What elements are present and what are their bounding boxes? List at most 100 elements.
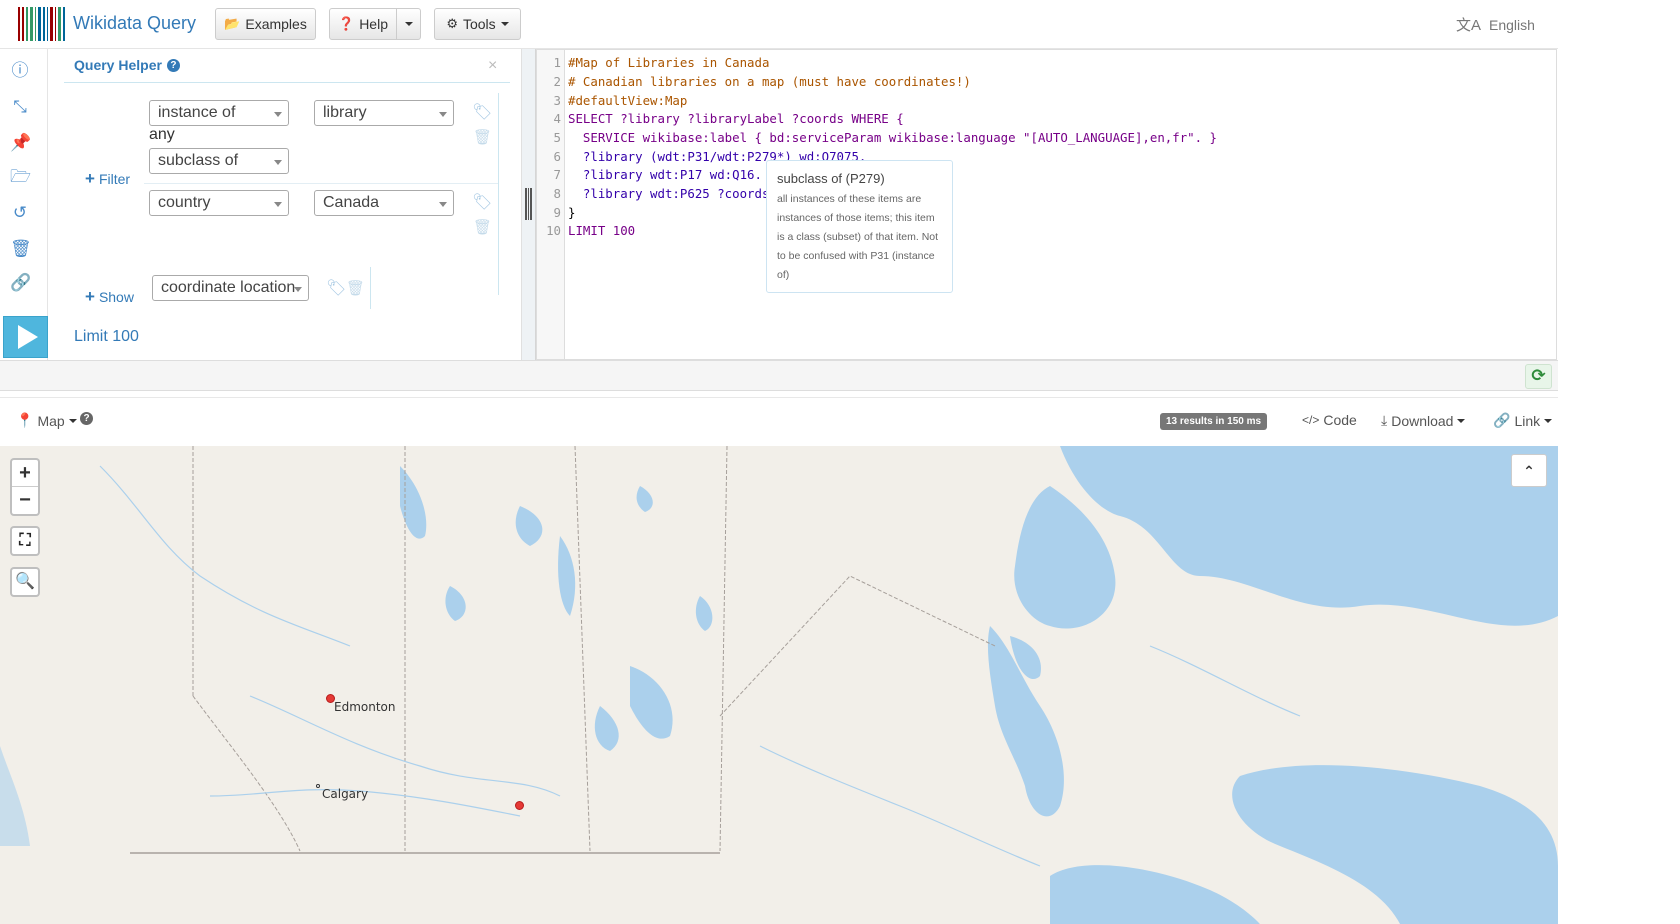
help-button[interactable]: ❓ Help <box>329 8 397 40</box>
pin-icon[interactable]: 📌 <box>10 133 31 153</box>
translate-icon: 文A <box>1456 17 1482 34</box>
zoom-in-button[interactable]: + <box>12 460 38 487</box>
folder-open-icon: 📂 <box>224 16 241 31</box>
language-label: English <box>1489 16 1535 33</box>
city-dot <box>316 784 320 788</box>
code-line: LIMIT 100 <box>568 223 636 238</box>
code-line: SERVICE wikibase:label { bd:serviceParam… <box>568 130 1218 145</box>
link-button[interactable]: 🔗 Link <box>1493 412 1553 429</box>
show-label: Show <box>98 289 134 305</box>
plus-icon: + <box>85 169 95 188</box>
view-help[interactable]: ? <box>80 412 93 425</box>
link-icon: 🔗 <box>1493 412 1511 428</box>
code-icon: </> <box>1302 413 1320 427</box>
run-query-button[interactable] <box>3 316 48 358</box>
divider <box>64 82 510 83</box>
add-show-link[interactable]: + Show <box>85 287 134 307</box>
examples-button[interactable]: 📂 Examples <box>215 8 316 40</box>
link-icon[interactable]: 🔗 <box>10 273 31 293</box>
filter-property-select[interactable]: instance of <box>149 100 289 126</box>
line-number: 7 <box>553 167 561 182</box>
tag-icon[interactable]: 🏷 <box>326 278 346 298</box>
filter-value-select[interactable]: Canada <box>314 190 454 216</box>
tools-button[interactable]: ⚙ Tools <box>434 8 521 40</box>
query-helper-panel: Query Helper ? × instance of library any… <box>48 49 521 360</box>
panel-splitter[interactable] <box>521 49 536 360</box>
language-selector[interactable]: 文A English <box>1456 14 1535 35</box>
show-property-select[interactable]: coordinate location <box>152 275 309 301</box>
folder-open-icon[interactable]: 🗁 <box>10 167 31 187</box>
tag-icon[interactable]: 🏷 <box>472 102 492 122</box>
line-number: 10 <box>546 223 561 238</box>
line-number: 8 <box>553 186 561 201</box>
zoom-control: + − <box>10 458 40 516</box>
add-filter-link[interactable]: + Filter <box>85 169 130 189</box>
caret-down-icon <box>439 112 447 117</box>
trash-icon[interactable]: 🗑 <box>10 239 32 259</box>
map-tiles <box>0 446 1558 924</box>
download-button[interactable]: ⤓ Download <box>1381 412 1466 429</box>
help-label: Help <box>359 16 388 32</box>
caret-down-icon <box>404 22 413 26</box>
code-button[interactable]: </> Code <box>1302 412 1357 428</box>
trash-icon[interactable]: 🗑 <box>473 218 492 236</box>
caret-down-icon <box>500 22 509 26</box>
question-circle-icon: ❓ <box>338 16 355 31</box>
download-label: Download <box>1391 412 1454 429</box>
view-selector[interactable]: 📍 Map <box>16 412 77 429</box>
subclass-property-select[interactable]: subclass of <box>149 148 289 174</box>
history-icon[interactable]: ↺ <box>10 203 30 223</box>
result-count-badge: 13 results in 150 ms <box>1160 413 1268 430</box>
filter-value-text: Canada <box>323 194 380 211</box>
page-margin <box>1558 0 1680 924</box>
city-label: Edmonton <box>334 700 396 714</box>
gear-icon: ⚙ <box>446 16 458 31</box>
zoom-search-icon[interactable]: 🔍 <box>10 567 40 597</box>
fullscreen-icon[interactable]: ⛶ <box>10 526 40 556</box>
code-label: Code <box>1323 412 1357 428</box>
close-icon[interactable]: × <box>488 57 497 75</box>
trash-icon[interactable]: 🗑 <box>346 279 365 297</box>
caret-down-icon <box>439 202 447 207</box>
filter-property-select[interactable]: country <box>149 190 289 216</box>
line-number: 1 <box>553 55 561 70</box>
play-icon <box>17 325 38 349</box>
wikidata-logo[interactable] <box>18 7 65 41</box>
line-number-gutter: 1 2 3 4 5 6 7 8 9 10 <box>537 50 565 359</box>
trash-icon[interactable]: 🗑 <box>473 128 492 146</box>
help-icon[interactable]: ? <box>166 58 180 72</box>
filter-value-text: library <box>323 104 367 121</box>
code-line: ?library wdt:P625 ?coords <box>568 186 770 201</box>
line-number: 3 <box>553 93 561 108</box>
divider <box>144 183 498 184</box>
filter-property-value: country <box>158 194 211 211</box>
code-line: # Canadian libraries on a map (must have… <box>568 74 971 89</box>
query-helper-title-text: Query Helper <box>74 57 162 73</box>
collapse-chevron-up-icon[interactable]: ⌃ <box>1511 454 1547 487</box>
download-icon: ⤓ <box>1381 412 1388 428</box>
app-title[interactable]: Wikidata Query <box>73 13 196 34</box>
results-toolbar: 📍 Map ? 13 results in 150 ms </> Code ⤓ … <box>0 397 1558 445</box>
tag-icon[interactable]: 🏷 <box>472 192 492 212</box>
info-icon[interactable]: ⓘ <box>10 61 30 81</box>
expand-icon[interactable]: ⤡ <box>10 97 30 117</box>
plus-icon: + <box>85 287 95 306</box>
help-dropdown-toggle[interactable] <box>396 8 421 40</box>
limit-link[interactable]: Limit 100 <box>74 328 139 346</box>
link-label: Link <box>1514 412 1541 429</box>
map-view[interactable]: Edmonton Calgary <box>0 446 1558 924</box>
map-marker[interactable] <box>515 801 524 810</box>
code-line: } <box>568 205 576 220</box>
subclass-property-value: subclass of <box>158 152 239 169</box>
refresh-icon[interactable]: ⟳ <box>1525 364 1552 389</box>
code-line: SELECT ?library ?libraryLabel ?coords WH… <box>568 111 904 126</box>
line-number: 9 <box>553 205 561 220</box>
tooltip-body: all instances of these items are instanc… <box>777 193 939 281</box>
code-line: ?library wdt:P17 wd:Q16. <box>568 167 762 182</box>
line-number: 4 <box>553 111 561 126</box>
map-marker-icon: 📍 <box>16 412 34 428</box>
zoom-out-button[interactable]: − <box>12 487 38 514</box>
filter-value-select[interactable]: library <box>314 100 454 126</box>
sparql-editor[interactable]: 1 2 3 4 5 6 7 8 9 10 #Map of Libraries i… <box>536 49 1557 360</box>
tools-label: Tools <box>462 16 496 32</box>
